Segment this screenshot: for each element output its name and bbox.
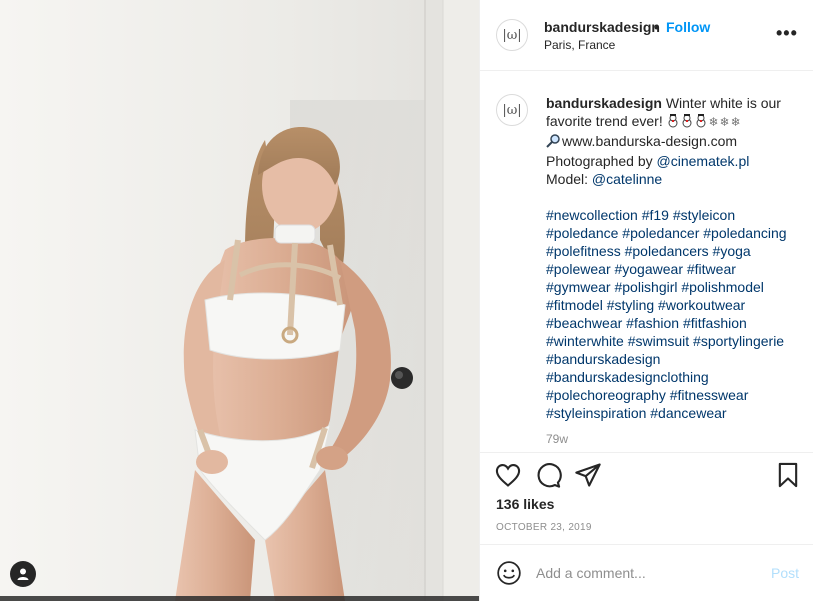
likes-count[interactable]: 136 likes bbox=[496, 496, 554, 512]
post-comment-button[interactable]: Post bbox=[771, 565, 799, 581]
caption-avatar[interactable]: |ω| bbox=[496, 94, 528, 126]
follow-button[interactable]: Follow bbox=[666, 19, 710, 35]
post-side-panel: |ω| bandurskadesign • Follow Paris, Fran… bbox=[479, 0, 813, 601]
location-link[interactable]: Paris, France bbox=[544, 38, 615, 52]
photographed-by-label: Photographed by bbox=[546, 153, 653, 169]
like-heart-icon[interactable] bbox=[494, 461, 522, 489]
snowflake-emoji-icon: ❄❄❄ bbox=[708, 115, 742, 129]
post-image bbox=[0, 0, 479, 601]
caption-username[interactable]: bandurskadesign bbox=[546, 95, 662, 111]
more-options-icon[interactable]: ••• bbox=[776, 24, 798, 42]
post-photo[interactable] bbox=[0, 0, 479, 601]
comments-section[interactable]: |ω| bandurskadesign Winter white is our … bbox=[480, 72, 813, 452]
hashtag-line[interactable]: #polechoreography #fitnesswear bbox=[546, 386, 796, 404]
hashtag-line[interactable]: #polewear #yogawear #fitwear bbox=[546, 260, 796, 278]
user-tag-icon[interactable] bbox=[10, 561, 36, 587]
header-username[interactable]: bandurskadesign bbox=[544, 19, 660, 35]
brand-logo-glyph: |ω| bbox=[502, 27, 522, 43]
comment-input[interactable] bbox=[536, 562, 756, 584]
model-label: Model: bbox=[546, 171, 589, 187]
hashtag-line[interactable]: #newcollection #f19 #styleicon bbox=[546, 206, 796, 224]
hashtag-line[interactable]: #winterwhite #swimsuit #sportylingerie bbox=[546, 332, 796, 350]
model-mention[interactable]: @catelinne bbox=[592, 171, 662, 187]
post-caption: bandurskadesign Winter white is our favo… bbox=[546, 94, 796, 422]
caption-time-ago[interactable]: 79w bbox=[546, 432, 568, 446]
save-bookmark-icon[interactable] bbox=[774, 461, 802, 489]
magnifier-emoji-icon bbox=[546, 134, 562, 152]
hashtag-line[interactable]: #bandurskadesignclothing bbox=[546, 368, 796, 386]
hashtag-line[interactable]: #gymwear #polishgirl #polishmodel bbox=[546, 278, 796, 296]
hashtag-list: #newcollection #f19 #styleicon #poledanc… bbox=[546, 206, 796, 422]
hashtag-line[interactable]: #poledance #poledancer #poledancing bbox=[546, 224, 796, 242]
hashtag-line[interactable]: #beachwear #fashion #fitfashion bbox=[546, 314, 796, 332]
post-actions: 136 likes OCTOBER 23, 2019 bbox=[480, 452, 813, 544]
comment-bubble-icon[interactable] bbox=[534, 461, 562, 489]
hashtag-line[interactable]: #polefitness #poledancers #yoga bbox=[546, 242, 796, 260]
photographer-mention[interactable]: @cinematek.pl bbox=[657, 153, 750, 169]
post-date[interactable]: OCTOBER 23, 2019 bbox=[496, 522, 592, 533]
share-paper-plane-icon[interactable] bbox=[574, 461, 602, 489]
brand-logo-glyph: |ω| bbox=[502, 102, 522, 118]
hashtag-line[interactable]: #fitmodel #styling #workoutwear bbox=[546, 296, 796, 314]
profile-avatar[interactable]: |ω| bbox=[496, 19, 528, 51]
add-comment-bar: Post bbox=[480, 544, 813, 601]
snowman-emoji-icon bbox=[667, 114, 709, 132]
website-text: www.bandurska-design.com bbox=[562, 133, 738, 149]
emoji-smiley-icon[interactable] bbox=[496, 560, 522, 586]
post-header: |ω| bandurskadesign • Follow Paris, Fran… bbox=[480, 0, 813, 71]
hashtag-line[interactable]: #styleinspiration #dancewear bbox=[546, 404, 796, 422]
header-separator: • bbox=[654, 19, 659, 35]
hashtag-line[interactable]: #bandurskadesign bbox=[546, 350, 796, 368]
